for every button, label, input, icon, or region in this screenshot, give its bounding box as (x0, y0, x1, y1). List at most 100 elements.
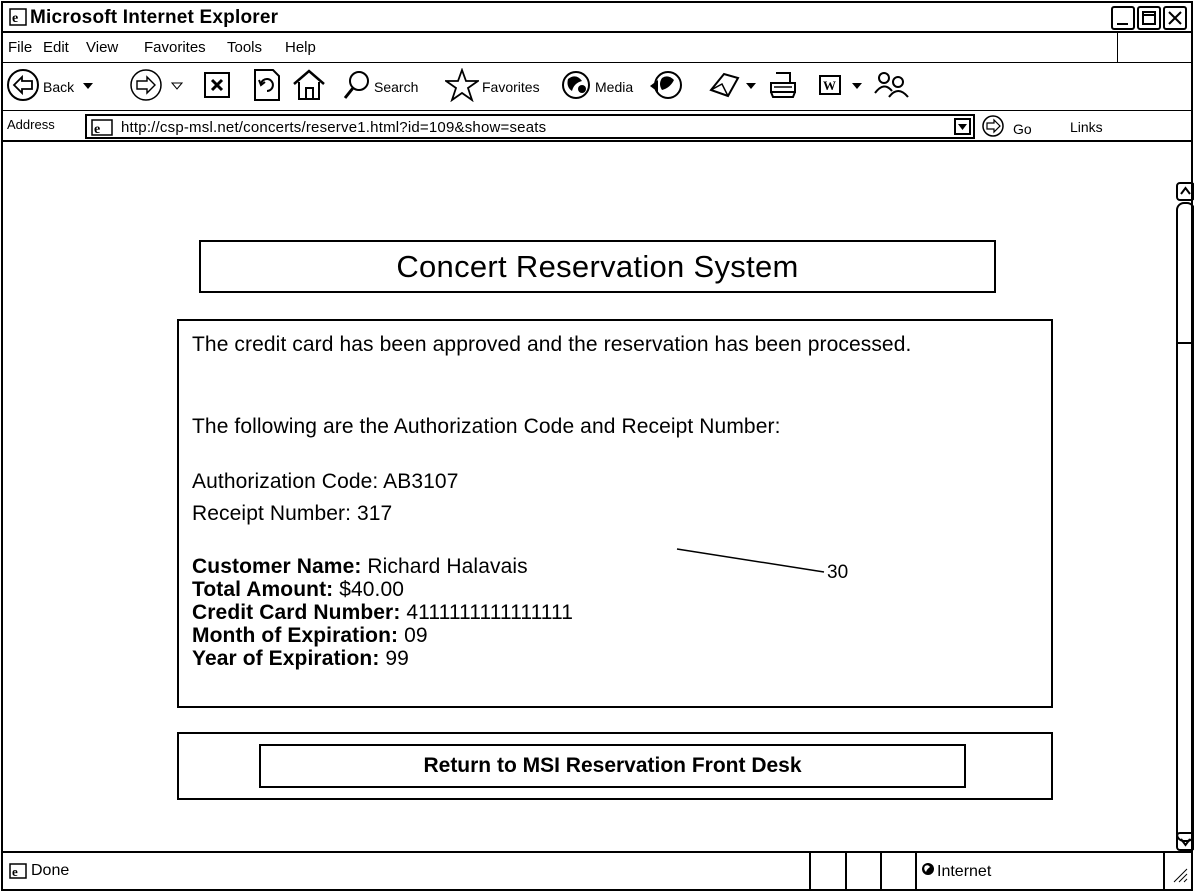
authorization-code-label: Authorization Code: (192, 470, 379, 493)
close-button[interactable] (1163, 6, 1187, 30)
svg-text:e: e (94, 122, 100, 136)
go-label: Go (1013, 120, 1032, 137)
refresh-button[interactable] (251, 68, 283, 106)
detail-total-amount: Total Amount: $40.00 (192, 578, 573, 601)
scroll-up-button[interactable] (1176, 182, 1194, 201)
forward-dropdown-icon[interactable] (170, 78, 184, 96)
favorites-star-icon (443, 66, 481, 107)
detail-label: Year of Expiration: (192, 647, 380, 670)
address-input[interactable]: e http://csp-msl.net/concerts/reserve1.h… (85, 114, 975, 139)
detail-label: Month of Expiration: (192, 624, 399, 647)
receipt-number-value: 317 (357, 502, 393, 525)
address-bar: Address e http://csp-msl.net/concerts/re… (3, 112, 1191, 142)
word-button[interactable]: W (818, 68, 862, 106)
print-icon (769, 70, 797, 105)
internet-globe-icon (921, 862, 935, 881)
menu-edit[interactable]: Edit (43, 39, 69, 56)
home-icon (291, 68, 327, 107)
scroll-down-button[interactable] (1176, 832, 1194, 851)
detail-label: Credit Card Number: (192, 601, 401, 624)
back-label: Back (43, 79, 75, 95)
status-divider (845, 853, 847, 891)
detail-value: 09 (404, 624, 428, 647)
address-url[interactable]: http://csp-msl.net/concerts/reserve1.htm… (121, 119, 546, 136)
forward-button[interactable] (129, 68, 184, 107)
detail-value: Richard Halavais (367, 555, 528, 578)
menu-help[interactable]: Help (285, 39, 316, 56)
vertical-scrollbar[interactable] (1173, 144, 1194, 851)
status-bar: e Done Internet (3, 851, 1191, 891)
menu-view[interactable]: View (86, 39, 118, 56)
messenger-icon (872, 69, 912, 106)
forward-arrow-icon (129, 68, 163, 107)
receipt-number-line: Receipt Number: 317 (192, 501, 392, 526)
annotation-reference-number: 30 (827, 562, 849, 583)
detail-expiration-month: Month of Expiration: 09 (192, 624, 573, 647)
media-button[interactable]: Media (560, 68, 633, 106)
media-label: Media (595, 79, 634, 95)
maximize-button[interactable] (1137, 6, 1161, 30)
go-arrow-icon (981, 114, 1005, 143)
scrollbar-track[interactable] (1176, 202, 1194, 842)
toolbar: Back Search Favorites Media W (3, 64, 1191, 111)
return-panel: Return to MSI Reservation Front Desk (177, 732, 1053, 800)
search-icon (343, 69, 371, 106)
order-details: Customer Name: Richard Halavais Total Am… (192, 555, 573, 670)
window-title: Microsoft Internet Explorer (30, 7, 279, 28)
back-arrow-icon (6, 68, 40, 107)
go-button[interactable]: Go (981, 114, 1032, 143)
messenger-button[interactable] (872, 68, 912, 106)
return-front-desk-button[interactable]: Return to MSI Reservation Front Desk (259, 744, 966, 788)
menu-tools[interactable]: Tools (227, 39, 262, 56)
detail-value: 4111111111111111 (406, 601, 574, 624)
detail-label: Customer Name: (192, 555, 362, 578)
authorization-code-line: Authorization Code: AB3107 (192, 469, 458, 494)
annotation-leader-line (676, 548, 825, 573)
address-dropdown-icon[interactable] (954, 118, 971, 135)
print-button[interactable] (769, 68, 797, 106)
browser-window: e Microsoft Internet Explorer File Edit … (1, 1, 1194, 891)
status-divider (1163, 853, 1165, 891)
codes-intro-message: The following are the Authorization Code… (192, 415, 781, 438)
stop-button[interactable] (202, 68, 232, 106)
word-icon: W (818, 73, 842, 102)
minimize-button[interactable] (1111, 6, 1135, 30)
resize-grip-icon[interactable] (1170, 865, 1188, 888)
menu-favorites[interactable]: Favorites (144, 39, 206, 56)
mail-dropdown-icon[interactable] (746, 78, 756, 96)
media-icon (560, 69, 592, 106)
menu-file[interactable]: File (8, 39, 32, 56)
search-button[interactable]: Search (343, 68, 418, 106)
svg-text:e: e (12, 11, 18, 26)
page-icon: e (91, 119, 113, 141)
page-status-icon: e (9, 863, 27, 884)
status-divider (915, 853, 917, 891)
title-bar: e Microsoft Internet Explorer (3, 3, 1191, 33)
mail-icon (708, 68, 744, 107)
back-dropdown-icon[interactable] (82, 78, 94, 96)
favorites-button[interactable]: Favorites (443, 66, 540, 107)
svg-text:W: W (823, 78, 836, 93)
scrollbar-thumb[interactable] (1176, 342, 1194, 344)
status-divider (880, 853, 882, 891)
authorization-code-value: AB3107 (383, 470, 459, 493)
detail-customer-name: Customer Name: Richard Halavais (192, 555, 573, 578)
status-text: Done (31, 862, 70, 879)
search-label: Search (374, 79, 419, 95)
svg-text:e: e (12, 864, 18, 879)
stop-icon (202, 70, 232, 105)
history-icon (648, 68, 684, 107)
zone-label: Internet (937, 862, 992, 880)
detail-credit-card-number: Credit Card Number: 4111111111111111 (192, 601, 573, 624)
detail-value: 99 (385, 647, 409, 670)
page-header: Concert Reservation System (199, 240, 996, 293)
mail-button[interactable] (708, 68, 756, 106)
favorites-label: Favorites (482, 79, 540, 95)
links-button[interactable]: Links (1070, 119, 1103, 135)
detail-expiration-year: Year of Expiration: 99 (192, 647, 573, 670)
word-dropdown-icon[interactable] (852, 78, 862, 96)
back-button[interactable]: Back (6, 68, 94, 106)
home-button[interactable] (291, 68, 327, 106)
security-zone: Internet (921, 862, 991, 881)
history-button[interactable] (648, 68, 684, 106)
